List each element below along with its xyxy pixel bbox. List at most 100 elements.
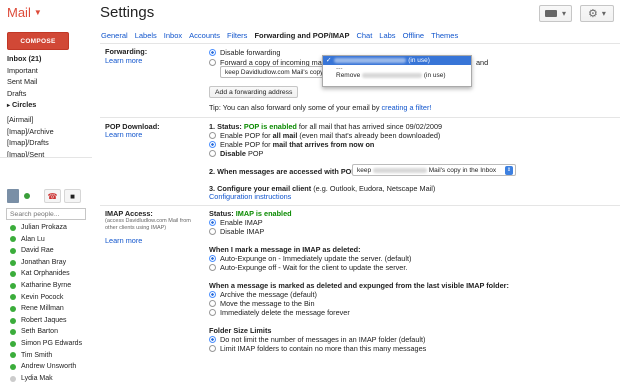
delete-forever-option[interactable]: Immediately delete the message forever: [209, 308, 350, 317]
contact-item[interactable]: Kat Orphanides: [0, 268, 92, 280]
online-status-icon: [10, 375, 16, 382]
nav-airmail[interactable]: [Airmail]: [0, 114, 92, 126]
imap-deleted-question: When I mark a message in IMAP as deleted…: [209, 245, 361, 254]
radio-selected[interactable]: [209, 291, 216, 298]
online-status-icon: [10, 236, 16, 243]
contact-item[interactable]: Lydia Mak: [0, 373, 92, 384]
nav-circles[interactable]: ▸ Circles: [0, 99, 92, 111]
mail-logo[interactable]: Mail ▼: [7, 5, 42, 20]
option-text: Do not limit the number of messages in a…: [220, 335, 426, 344]
configuration-instructions-link[interactable]: Configuration instructions: [209, 192, 291, 201]
tip-text: Tip: You can also forward only some of y…: [209, 103, 380, 112]
pop-learn-more-link[interactable]: Learn more: [105, 130, 142, 139]
contact-item[interactable]: Jonathan Bray: [0, 257, 92, 269]
nav-imap-archive[interactable]: [Imap]/Archive: [0, 126, 92, 138]
contact-item[interactable]: David Rae: [0, 245, 92, 257]
dropdown-option-remove[interactable]: Remove (in use): [323, 71, 471, 80]
pop-from-now-option[interactable]: Enable POP for mail that arrives from no…: [209, 140, 374, 149]
option-text-bold: all mail: [272, 131, 298, 140]
auto-expunge-off-option[interactable]: Auto-Expunge off - Wait for the client t…: [209, 263, 407, 272]
radio-selected[interactable]: [209, 49, 216, 56]
search-people-input[interactable]: [6, 208, 86, 220]
auto-expunge-on-option[interactable]: Auto-Expunge on - Immediately update the…: [209, 254, 411, 263]
imap-status: Status: IMAP is enabled: [209, 209, 292, 218]
radio[interactable]: [209, 264, 216, 271]
chevron-down-icon: ▾: [561, 9, 566, 18]
pop-status: 1. Status: POP is enabled for all mail t…: [209, 122, 442, 131]
pop-all-mail-option[interactable]: Enable POP for all mail (even mail that'…: [209, 131, 440, 140]
status-dot-icon[interactable]: [24, 193, 30, 199]
nav-imap-sent[interactable]: [Imap]/Sent: [0, 149, 92, 157]
contact-item[interactable]: Simon PG Edwards: [0, 338, 92, 350]
online-status-icon: [10, 305, 16, 312]
checkmark-icon: ✓: [326, 57, 332, 64]
compose-button[interactable]: COMPOSE: [7, 32, 69, 50]
imap-learn-more-link[interactable]: Learn more: [105, 236, 142, 245]
enable-imap-option[interactable]: Enable IMAP: [209, 218, 263, 227]
nav-inbox[interactable]: Inbox (21): [0, 53, 92, 65]
redacted-domain: [372, 167, 427, 173]
disable-imap-option[interactable]: Disable IMAP: [209, 227, 264, 236]
contact-name: Julian Prokaza: [21, 224, 67, 231]
create-filter-link[interactable]: creating a filter!: [382, 103, 432, 112]
disable-forwarding-option[interactable]: Disable forwarding: [209, 48, 280, 57]
folder-size-limits-title: Folder Size Limits: [209, 326, 271, 335]
radio[interactable]: [209, 59, 216, 66]
contact-item[interactable]: Tim Smith: [0, 350, 92, 362]
archive-message-option[interactable]: Archive the message (default): [209, 290, 317, 299]
contact-item[interactable]: Rene Millman: [0, 303, 92, 315]
add-forwarding-address-button[interactable]: Add a forwarding address: [209, 86, 299, 98]
radio-selected[interactable]: [209, 219, 216, 226]
radio-selected[interactable]: [209, 141, 216, 148]
avatar[interactable]: [7, 189, 19, 203]
radio[interactable]: [209, 309, 216, 316]
settings-button[interactable]: ⚙ ▾: [580, 5, 614, 22]
online-status-icon: [10, 294, 16, 301]
radio[interactable]: [209, 150, 216, 157]
question-text: When I mark a message in IMAP as deleted…: [209, 245, 361, 254]
divider: [100, 117, 620, 118]
contact-item[interactable]: Julian Prokaza: [0, 222, 92, 234]
nav-imap-drafts[interactable]: [Imap]/Drafts: [0, 137, 92, 149]
online-status-icon: [10, 247, 16, 254]
radio[interactable]: [209, 132, 216, 139]
forward-and-text: and: [476, 58, 489, 67]
pop-action-select[interactable]: keep Mail's copy in the Inbox ⇕: [352, 164, 516, 176]
nav-important[interactable]: Important: [0, 65, 92, 77]
keyboard-icon: [544, 10, 557, 17]
nav-circles-label: Circles: [12, 100, 37, 110]
radio[interactable]: [209, 228, 216, 235]
contact-name: Alan Lu: [21, 235, 45, 243]
no-folder-limit-option[interactable]: Do not limit the number of messages in a…: [209, 335, 426, 344]
video-call-button[interactable]: ■: [64, 189, 81, 203]
radio[interactable]: [209, 300, 216, 307]
dropdown-option-address[interactable]: ✓ (in use): [323, 56, 471, 65]
contact-item[interactable]: Kevin Pocock: [0, 292, 92, 304]
contact-item[interactable]: Seth Barton: [0, 326, 92, 338]
divider: [0, 157, 92, 158]
input-tools-button[interactable]: ▾: [539, 5, 572, 22]
forwarding-learn-more-link[interactable]: Learn more: [105, 56, 142, 65]
phone-call-button[interactable]: ☎: [44, 189, 61, 203]
radio-selected[interactable]: [209, 255, 216, 262]
forwarding-tip: Tip: You can also forward only some of y…: [209, 103, 431, 112]
option-text: Immediately delete the message forever: [220, 308, 350, 317]
nav-drafts[interactable]: Drafts: [0, 88, 92, 100]
online-status-icon: [10, 282, 16, 289]
in-use-text: (in use): [408, 57, 430, 64]
nav-sent-mail[interactable]: Sent Mail: [0, 76, 92, 88]
page-title: Settings: [100, 4, 155, 21]
contact-item[interactable]: Alan Lu: [0, 234, 92, 246]
contact-item[interactable]: Katharine Byrne: [0, 280, 92, 292]
contact-name: Kat Orphanides: [21, 270, 70, 278]
option-text: Archive the message (default): [220, 290, 317, 299]
move-to-bin-option[interactable]: Move the message to the Bin: [209, 299, 315, 308]
redacted-email: [362, 73, 423, 78]
forward-keep-select[interactable]: keep Davidludlow.com Mail's copy: [220, 66, 328, 78]
contact-item[interactable]: Robert Jaques: [0, 315, 92, 327]
contact-item[interactable]: Andrew Unsworth: [0, 361, 92, 373]
pop-disable-option[interactable]: Disable POP: [209, 149, 263, 158]
radio-selected[interactable]: [209, 336, 216, 343]
section-subtitle: Folder Size Limits: [209, 326, 272, 335]
contact-name: Seth Barton: [21, 328, 58, 336]
